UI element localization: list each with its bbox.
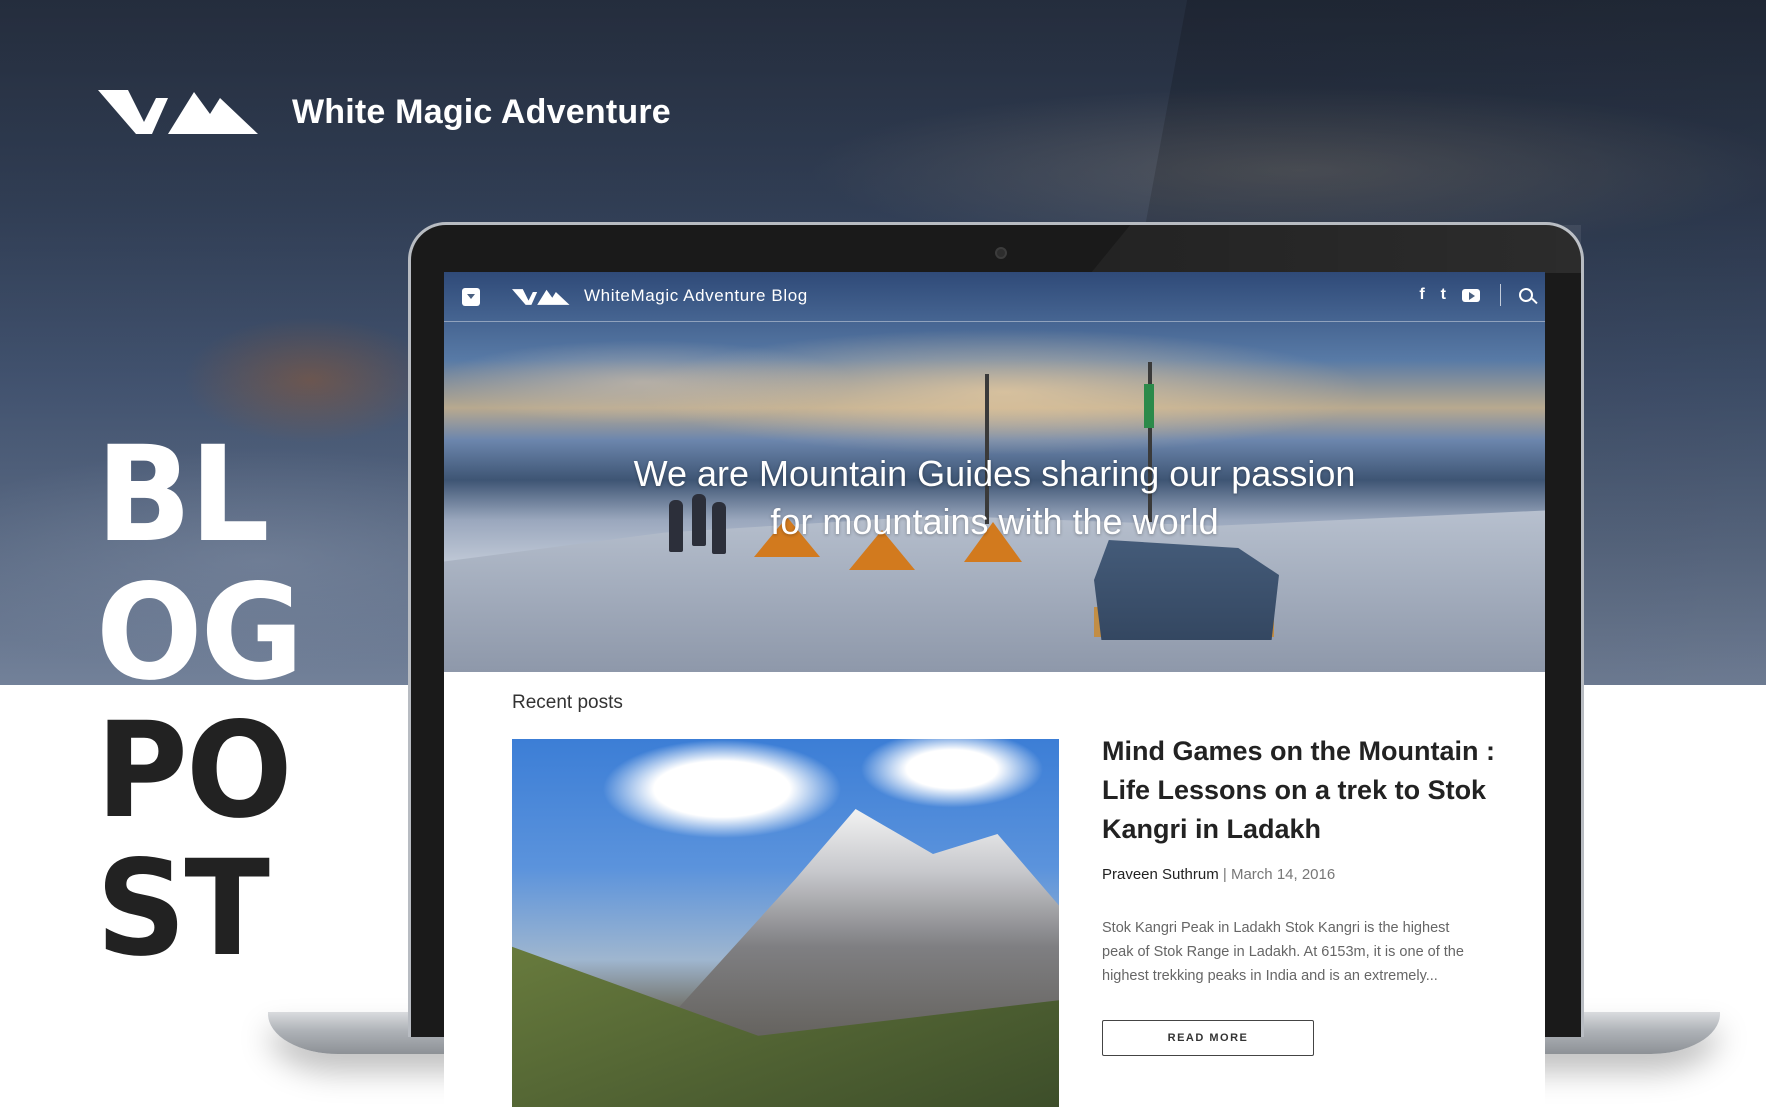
post-excerpt: Stok Kangri Peak in Ladakh Stok Kangri i…	[1102, 920, 1464, 984]
nav-divider	[1500, 284, 1501, 306]
menu-icon[interactable]	[462, 288, 480, 306]
hero-banner: WhiteMagic Adventure Blog f t We are Mou…	[444, 272, 1545, 672]
screen-glare	[1091, 225, 1581, 273]
brand: White Magic Adventure	[98, 84, 671, 140]
post-title-link[interactable]: Mind Games on the Mountain : Life Lesson…	[1102, 732, 1522, 849]
recent-posts-heading: Recent posts	[512, 692, 623, 713]
blog-title-link[interactable]: WhiteMagic Adventure Blog	[584, 286, 808, 306]
post-thumbnail[interactable]	[512, 739, 1059, 1107]
blog-top-nav: WhiteMagic Adventure Blog f t	[444, 272, 1545, 322]
brand-name: White Magic Adventure	[292, 92, 671, 131]
youtube-icon[interactable]	[1462, 288, 1480, 302]
laptop-screen: WhiteMagic Adventure Blog f t We are Mou…	[444, 272, 1545, 1107]
hero-tagline: We are Mountain Guides sharing our passi…	[444, 450, 1545, 546]
prayer-flag	[1144, 384, 1154, 428]
nav-logo-icon[interactable]	[512, 286, 576, 308]
search-icon[interactable]	[1519, 288, 1533, 302]
post-date: | March 14, 2016	[1222, 866, 1336, 883]
twitter-icon[interactable]: t	[1441, 286, 1446, 304]
tagline-line: We are Mountain Guides sharing our passi…	[633, 453, 1356, 494]
camera-icon	[995, 247, 1007, 259]
blog-post-stacked-title: BL OG PO ST	[96, 426, 313, 978]
post-meta: Praveen Suthrum | March 14, 2016	[1102, 866, 1335, 883]
post-author[interactable]: Praveen Suthrum	[1102, 866, 1219, 883]
facebook-icon[interactable]: f	[1419, 286, 1424, 304]
read-more-button[interactable]: READ MORE	[1102, 1020, 1314, 1056]
brand-logo-icon	[98, 90, 258, 134]
stack-line: BL	[96, 418, 270, 572]
social-links: f t	[1403, 284, 1533, 306]
stack-line: PO	[96, 694, 293, 848]
stack-line: OG	[96, 556, 304, 710]
stack-line: ST	[96, 832, 270, 986]
tagline-line: for mountains with the world	[770, 501, 1219, 542]
